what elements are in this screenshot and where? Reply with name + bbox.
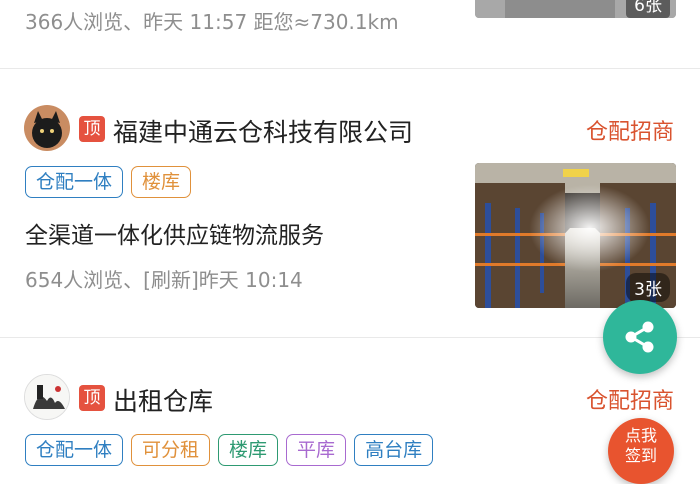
tag-list: 仓配一体 可分租 楼库 平库 高台库 [25,434,434,466]
listing-thumbnail[interactable]: 6张 [475,0,676,18]
company-name[interactable]: 出租仓库 [113,382,213,418]
photo-count-badge: 3张 [626,273,670,302]
pinned-badge: 顶 [79,116,105,142]
share-icon [625,321,654,353]
check-in-label: 签到 [624,446,657,465]
tag: 楼库 [131,166,192,198]
tag-list: 仓配一体 楼库 [25,166,192,198]
cat-avatar-icon [24,105,70,151]
company-name[interactable]: 福建中通云仓科技有限公司 [113,113,413,149]
listing-meta: 366人浏览、昨天 11:57 距您≈730.1km [25,10,399,34]
listing-card[interactable]: 顶 福建中通云仓科技有限公司 仓配招商 仓配一体 楼库 全渠道一体化供应链物流服… [0,69,700,337]
category-label: 仓配招商 [585,389,674,414]
tag: 平库 [286,434,347,466]
category-label: 仓配招商 [585,120,674,145]
tag: 仓配一体 [25,434,124,466]
tag: 可分租 [131,434,211,466]
pinned-badge: 顶 [79,385,105,411]
check-in-button[interactable]: 点我 签到 [608,418,674,484]
listing-card[interactable]: 顶 出租仓库 仓配招商 仓配一体 可分租 楼库 平库 高台库 [0,338,700,470]
listing-thumbnail[interactable]: 3张 [475,163,676,308]
listing-card[interactable]: 366人浏览、昨天 11:57 距您≈730.1km 6张 [0,0,700,68]
avatar[interactable] [24,105,70,151]
avatar[interactable] [24,374,70,420]
check-in-label: 点我 [624,426,657,445]
share-button[interactable] [603,300,677,374]
photo-count-badge: 6张 [626,0,670,18]
listing-title[interactable]: 全渠道一体化供应链物流服务 [25,216,324,250]
tag: 楼库 [218,434,279,466]
tag: 仓配一体 [25,166,124,198]
ink-painting-avatar-icon [25,375,69,419]
listing-meta: 654人浏览、[刷新]昨天 10:14 [25,268,303,292]
tag: 高台库 [354,434,434,466]
